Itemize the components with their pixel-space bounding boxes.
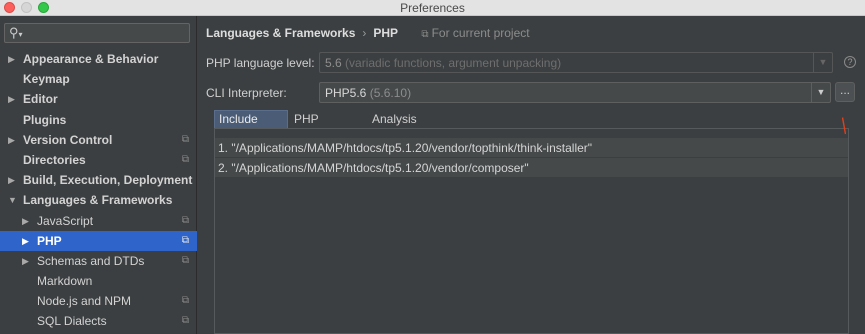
sidebar-item-schemas-and-dtds[interactable]: ▶ Schemas and DTDs ⧉ (0, 251, 197, 271)
settings-tree: ▶ Appearance & Behavior Keymap ▶ Editor Plugi… (0, 49, 197, 332)
settings-content: Languages & Frameworks › PHP ⧉ For current … (198, 16, 865, 334)
project-scope-icon: ⧉ (181, 234, 189, 246)
project-scope-icon: ⧉ (181, 254, 189, 266)
sidebar-item-appearance-behavior[interactable]: ▶ Appearance & Behavior (0, 49, 197, 69)
sidebar-item-label: Appearance & Behavior (23, 52, 159, 66)
project-scope-icon: ⧉ (181, 295, 189, 307)
sidebar-item-label: Node.js and NPM (37, 294, 132, 309)
sidebar-item-label: Keymap (23, 72, 70, 87)
sidebar-item-sql-dialects[interactable]: SQL Dialects ⧉ (0, 311, 197, 331)
cli-interpreter-version: (5.6.10) (369, 86, 412, 100)
php-language-level-select[interactable]: 5.6 (variadic functions, argument unpack… (319, 52, 833, 73)
tab-include-path[interactable]: Include Path (214, 110, 288, 142)
collapsed-arrow-icon[interactable]: ▶ (8, 89, 15, 109)
collapsed-arrow-icon[interactable]: ▶ (22, 231, 29, 251)
sidebar-item-editor[interactable]: ▶ Editor (0, 89, 197, 109)
search-icon[interactable]: ⚲ (9, 25, 23, 41)
php-level-detail: (variadic functions, argument unpacking) (345, 56, 562, 70)
php-level-value: 5.6 (325, 56, 342, 70)
list-item[interactable]: 1. "/Applications/MAMP/htdocs/tp5.1.20/v… (215, 138, 848, 158)
sidebar-item-label: Directories (23, 152, 86, 167)
browse-interpreters-button[interactable]: ... (835, 82, 855, 102)
sidebar-item-markdown[interactable]: Markdown (0, 271, 197, 291)
cli-interpreter-label: CLI Interpreter: (206, 86, 287, 100)
help-icon[interactable]: ? (844, 56, 856, 68)
sidebar-item-label: JavaScript (37, 213, 94, 228)
breadcrumb-current: PHP (373, 26, 399, 40)
cli-interpreter-value: PHP5.6 (325, 86, 367, 100)
project-scope-icon: ⧉ (181, 153, 189, 165)
list-item[interactable]: 2. "/Applications/MAMP/htdocs/tp5.1.20/v… (215, 158, 848, 178)
sidebar-item-languages-frameworks[interactable]: ▼ Languages & Frameworks (0, 190, 197, 210)
tab-php-runtime[interactable]: PHP Runtime (290, 110, 368, 144)
sidebar-item-label: Editor (23, 92, 58, 107)
collapsed-arrow-icon[interactable]: ▶ (8, 170, 15, 190)
sidebar-item-label: Schemas and DTDs (37, 253, 145, 268)
cli-interpreter-select[interactable]: PHP5.6 (5.6.10) ▼ (319, 82, 831, 103)
red-arrow-marker-icon (842, 117, 846, 135)
tab-analysis[interactable]: Analysis (368, 110, 420, 128)
project-scope-icon: ⧉ (181, 315, 189, 327)
chevron-down-icon[interactable]: ▼ (811, 83, 830, 102)
sidebar-item-javascript[interactable]: ▶ JavaScript ⧉ (0, 211, 197, 231)
collapsed-arrow-icon[interactable]: ▶ (22, 251, 29, 271)
project-scope-icon: ⧉ (181, 133, 189, 145)
project-scope-icon: ⧉ (421, 29, 429, 40)
php-language-level-label: PHP language level: (206, 56, 315, 70)
sidebar-item-plugins[interactable]: Plugins (0, 110, 197, 130)
settings-sidebar: ⚲ ▶ Appearance & Behavior Keymap ▶ Editor Plu… (0, 16, 197, 334)
sidebar-item-label: Plugins (23, 112, 67, 127)
sidebar-item-label: PHP (37, 233, 62, 248)
sidebar-item-label: Markdown (37, 274, 93, 289)
window-title: Preferences (400, 1, 465, 15)
collapsed-arrow-icon[interactable]: ▶ (8, 130, 15, 150)
sidebar-item-label: SQL Dialects (37, 314, 107, 329)
scope-label: For current project (431, 26, 530, 40)
sidebar-item-version-control[interactable]: ▶ Version Control ⧉ (0, 130, 197, 150)
sidebar-item-directories[interactable]: Directories ⧉ (0, 150, 197, 170)
expanded-arrow-icon[interactable]: ▼ (8, 190, 17, 210)
include-path-list: 1. "/Applications/MAMP/htdocs/tp5.1.20/v… (214, 128, 849, 334)
settings-search[interactable]: ⚲ (4, 23, 190, 43)
breadcrumb-parent: Languages & Frameworks (206, 26, 356, 40)
collapsed-arrow-icon[interactable]: ▶ (8, 49, 15, 69)
project-scope-icon: ⧉ (181, 214, 189, 226)
breadcrumb-separator-icon: › (362, 26, 367, 40)
sidebar-item-keymap[interactable]: Keymap (0, 69, 197, 89)
title-bar: Preferences (0, 0, 865, 16)
sidebar-item-label: Version Control (23, 132, 113, 147)
sidebar-item-label: Build, Execution, Deployment (23, 173, 193, 188)
sidebar-item-build-execution-deployment[interactable]: ▶ Build, Execution, Deployment (0, 170, 197, 190)
collapsed-arrow-icon[interactable]: ▶ (22, 211, 29, 231)
sidebar-item-node-js-and-npm[interactable]: Node.js and NPM ⧉ (0, 291, 197, 311)
chevron-down-icon[interactable]: ▼ (813, 53, 832, 72)
sidebar-item-php[interactable]: ▶ PHP ⧉ (0, 230, 197, 251)
sidebar-item-label: Languages & Frameworks (23, 193, 173, 208)
breadcrumb: Languages & Frameworks › PHP ⧉ For current … (206, 26, 530, 40)
search-input[interactable] (27, 25, 187, 41)
scope-note: ⧉ For current project (421, 26, 529, 40)
